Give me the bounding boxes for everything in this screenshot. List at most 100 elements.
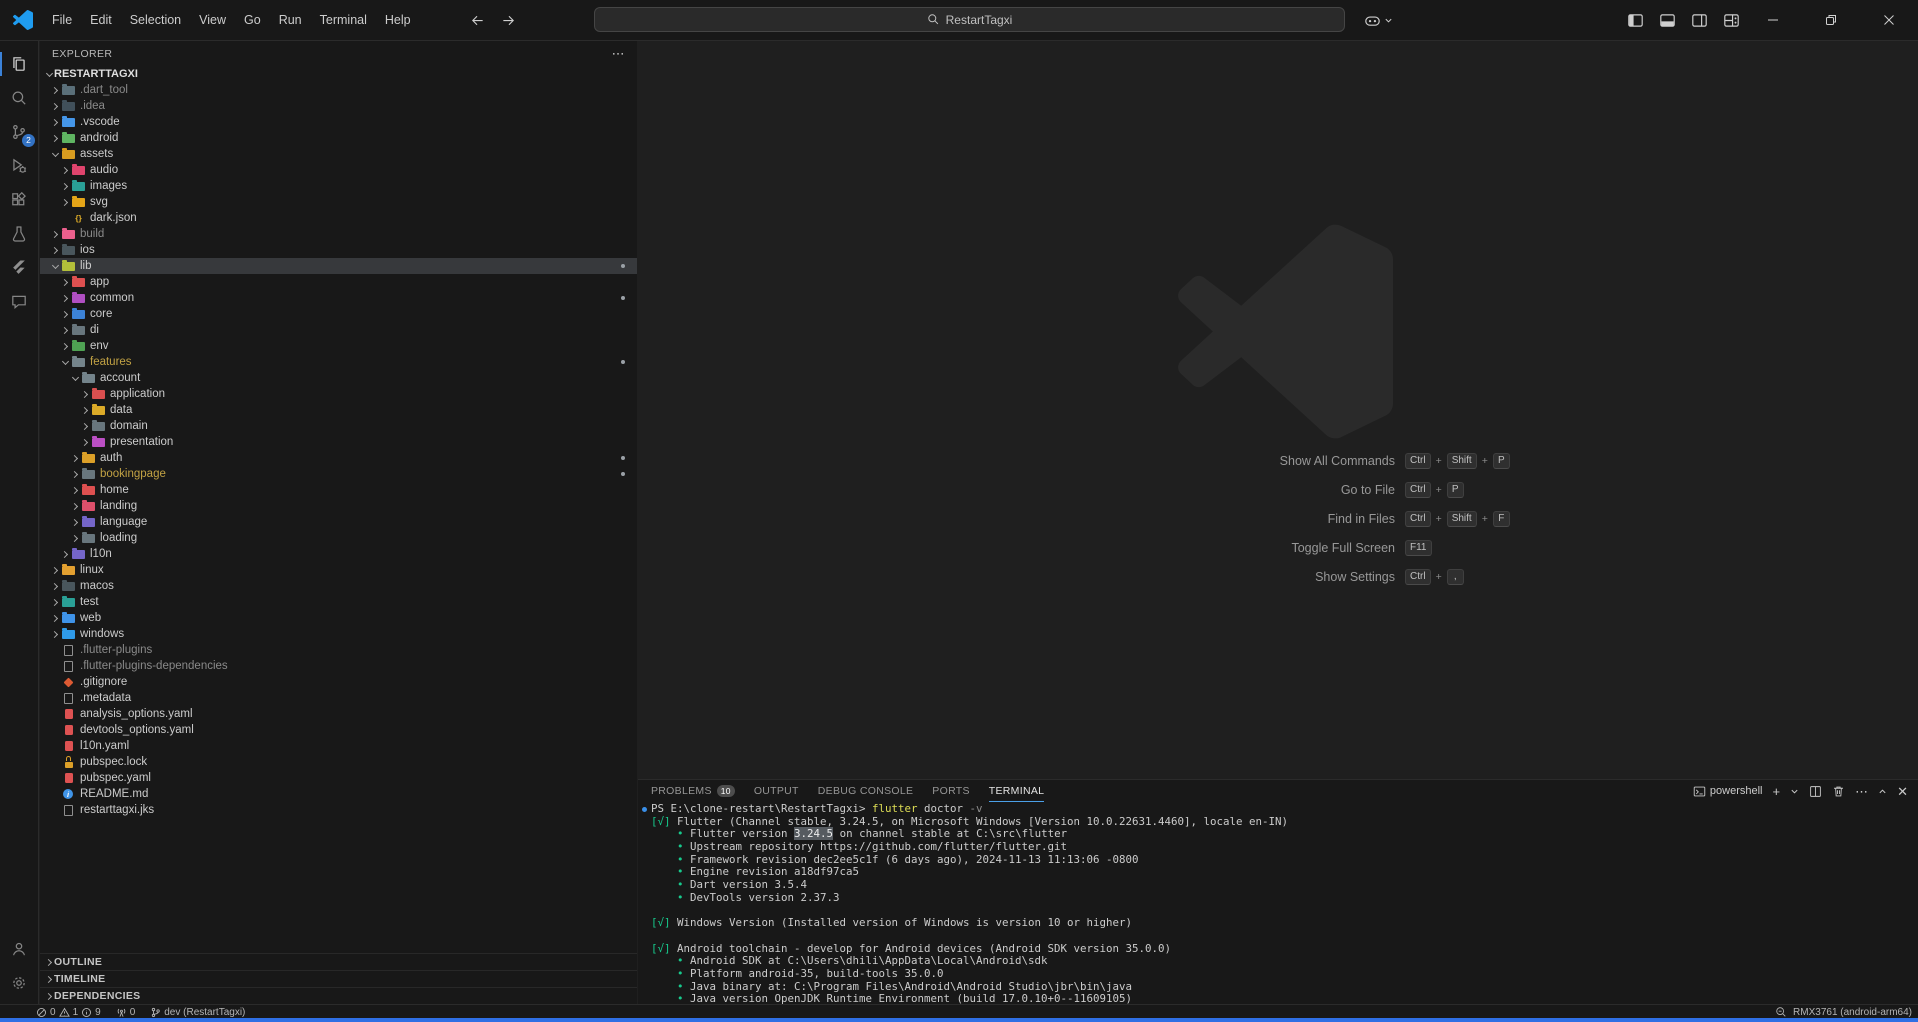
- tree-item-android[interactable]: android: [40, 130, 637, 146]
- menu-file[interactable]: File: [43, 0, 81, 40]
- tree-item-.flutter-plugins[interactable]: .flutter-plugins: [40, 642, 637, 658]
- tree-item-pubspec.lock[interactable]: pubspec.lock: [40, 754, 637, 770]
- tree-item-l10n[interactable]: l10n: [40, 546, 637, 562]
- tree-item-windows[interactable]: windows: [40, 626, 637, 642]
- maximize-panel-icon[interactable]: [1878, 787, 1887, 796]
- toggle-secondary-sidebar-icon[interactable]: [1691, 12, 1708, 29]
- terminal-dropdown-icon[interactable]: [1790, 787, 1799, 796]
- tree-item-README.md[interactable]: iREADME.md: [40, 786, 637, 802]
- restore-button[interactable]: [1802, 0, 1860, 40]
- new-terminal-icon[interactable]: +: [1773, 785, 1781, 798]
- tree-item-lib[interactable]: lib: [40, 258, 637, 274]
- tree-item-linux[interactable]: linux: [40, 562, 637, 578]
- panel-more-actions-icon[interactable]: ⋯: [1855, 785, 1868, 798]
- tree-item-.idea[interactable]: .idea: [40, 98, 637, 114]
- tree-item-devtools_options.yaml[interactable]: devtools_options.yaml: [40, 722, 637, 738]
- tree-item-ios[interactable]: ios: [40, 242, 637, 258]
- command-center-search[interactable]: RestartTagxi: [594, 7, 1345, 32]
- tree-item-home[interactable]: home: [40, 482, 637, 498]
- tree-item-web[interactable]: web: [40, 610, 637, 626]
- zoom-out-icon[interactable]: [1775, 1006, 1787, 1018]
- extensions-icon[interactable]: [0, 183, 38, 217]
- tree-item-data[interactable]: data: [40, 402, 637, 418]
- tree-item-auth[interactable]: auth: [40, 450, 637, 466]
- tree-item-di[interactable]: di: [40, 322, 637, 338]
- toggle-panel-icon[interactable]: [1659, 12, 1676, 29]
- copilot-button[interactable]: [1364, 0, 1393, 40]
- chat-icon[interactable]: [0, 285, 38, 319]
- tree-item-dark.json[interactable]: {}dark.json: [40, 210, 637, 226]
- menu-terminal[interactable]: Terminal: [311, 0, 376, 40]
- flutter-icon[interactable]: [0, 251, 38, 285]
- tree-item-loading[interactable]: loading: [40, 530, 637, 546]
- dependencies-section[interactable]: DEPENDENCIES: [40, 987, 637, 1004]
- close-button[interactable]: [1860, 0, 1918, 40]
- tree-item-macos[interactable]: macos: [40, 578, 637, 594]
- tree-item-language[interactable]: language: [40, 514, 637, 530]
- run-and-debug-icon[interactable]: [0, 149, 38, 183]
- tree-root-folder[interactable]: RESTARTTAGXI: [40, 66, 637, 82]
- menu-view[interactable]: View: [190, 0, 235, 40]
- panel-tab-ports[interactable]: PORTS: [932, 781, 969, 802]
- customize-layout-icon[interactable]: [1723, 12, 1740, 29]
- menu-help[interactable]: Help: [376, 0, 420, 40]
- tree-item-presentation[interactable]: presentation: [40, 434, 637, 450]
- split-terminal-icon[interactable]: [1809, 785, 1822, 798]
- tree-item-build[interactable]: build: [40, 226, 637, 242]
- tree-item-landing[interactable]: landing: [40, 498, 637, 514]
- tree-item-restarttagxi.jks[interactable]: restarttagxi.jks: [40, 802, 637, 818]
- tree-item-bookingpage[interactable]: bookingpage: [40, 466, 637, 482]
- tree-item-analysis_options.yaml[interactable]: analysis_options.yaml: [40, 706, 637, 722]
- minimize-button[interactable]: [1744, 0, 1802, 40]
- problems-status[interactable]: 0 1 9: [36, 1007, 101, 1018]
- terminal-shell-selector[interactable]: powershell: [1693, 785, 1763, 798]
- toggle-primary-sidebar-icon[interactable]: [1627, 12, 1644, 29]
- git-branch-status[interactable]: dev (RestartTagxi): [150, 1007, 245, 1018]
- tree-item-.vscode[interactable]: .vscode: [40, 114, 637, 130]
- tree-item-test[interactable]: test: [40, 594, 637, 610]
- tree-item-.metadata[interactable]: .metadata: [40, 690, 637, 706]
- tree-item-.flutter-plugins-dependencies[interactable]: .flutter-plugins-dependencies: [40, 658, 637, 674]
- yaml-file-icon: [62, 708, 75, 720]
- menu-go[interactable]: Go: [235, 0, 270, 40]
- testing-icon[interactable]: [0, 217, 38, 251]
- search-view-icon[interactable]: [0, 81, 38, 115]
- tree-item-.dart_tool[interactable]: .dart_tool: [40, 82, 637, 98]
- tree-item-images[interactable]: images: [40, 178, 637, 194]
- timeline-section[interactable]: TIMELINE: [40, 970, 637, 987]
- menu-run[interactable]: Run: [270, 0, 311, 40]
- ports-status[interactable]: 0: [116, 1007, 136, 1018]
- explorer-more-actions-icon[interactable]: ⋯: [612, 49, 625, 59]
- forward-arrow-icon[interactable]: [501, 13, 516, 28]
- tree-item-svg[interactable]: svg: [40, 194, 637, 210]
- tree-item-application[interactable]: application: [40, 386, 637, 402]
- menu-edit[interactable]: Edit: [81, 0, 121, 40]
- tree-item-audio[interactable]: audio: [40, 162, 637, 178]
- tree-item-pubspec.yaml[interactable]: pubspec.yaml: [40, 770, 637, 786]
- close-panel-icon[interactable]: ✕: [1897, 785, 1908, 798]
- tree-item-assets[interactable]: assets: [40, 146, 637, 162]
- device-selector[interactable]: RMX3761 (android-arm64): [1793, 1007, 1912, 1018]
- tree-item-domain[interactable]: domain: [40, 418, 637, 434]
- tree-item-account[interactable]: account: [40, 370, 637, 386]
- tree-item-core[interactable]: core: [40, 306, 637, 322]
- panel-tab-debug-console[interactable]: DEBUG CONSOLE: [818, 781, 914, 802]
- menu-selection[interactable]: Selection: [121, 0, 190, 40]
- back-arrow-icon[interactable]: [470, 13, 485, 28]
- tree-item-l10n.yaml[interactable]: l10n.yaml: [40, 738, 637, 754]
- panel-tab-output[interactable]: OUTPUT: [754, 781, 799, 802]
- terminal-output[interactable]: PS E:\clone-restart\RestartTagxi> flutte…: [638, 803, 1914, 1004]
- tree-item-env[interactable]: env: [40, 338, 637, 354]
- tree-item-common[interactable]: common: [40, 290, 637, 306]
- source-control-icon[interactable]: 2: [0, 115, 38, 149]
- panel-tab-problems[interactable]: PROBLEMS10: [651, 781, 735, 802]
- account-icon[interactable]: [0, 932, 38, 966]
- explorer-icon[interactable]: [0, 47, 38, 81]
- settings-gear-icon[interactable]: [0, 966, 38, 1000]
- outline-section[interactable]: OUTLINE: [40, 953, 637, 970]
- kill-terminal-icon[interactable]: [1832, 785, 1845, 798]
- panel-tab-terminal[interactable]: TERMINAL: [989, 781, 1045, 802]
- tree-item-app[interactable]: app: [40, 274, 637, 290]
- tree-item-.gitignore[interactable]: .gitignore: [40, 674, 637, 690]
- tree-item-features[interactable]: features: [40, 354, 637, 370]
